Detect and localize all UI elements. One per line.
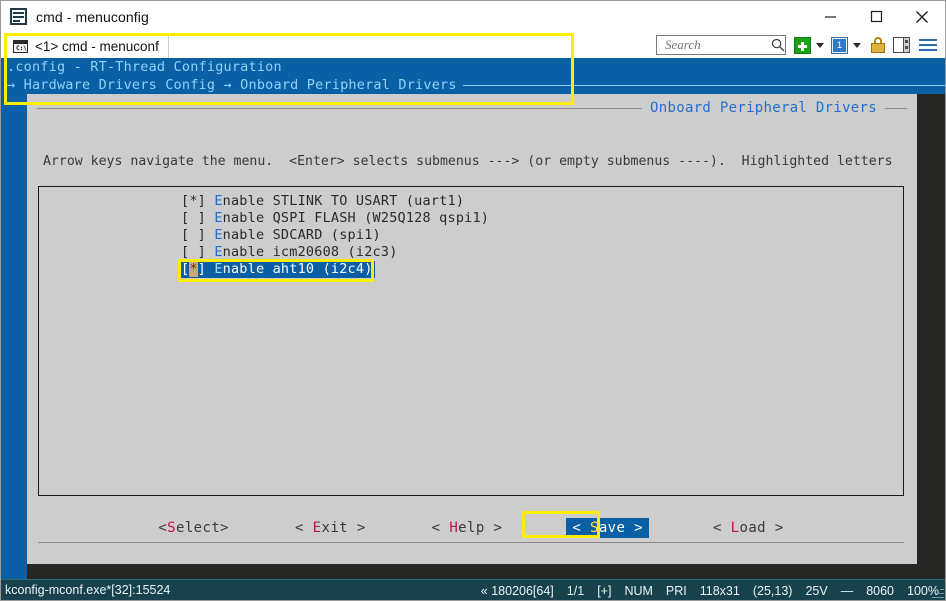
tab-cmd-menuconf[interactable]: C:\ <1> cmd - menuconf: [6, 34, 169, 58]
status-cursor-position: (25,13): [752, 583, 793, 598]
dialog-title: Onboard Peripheral Drivers: [650, 100, 877, 116]
menuconfig-dialog: Onboard Peripheral Drivers Arrow keys na…: [27, 94, 917, 564]
panel-selector-button[interactable]: 1: [831, 36, 850, 54]
window-toolbar: 1: [656, 34, 941, 56]
menu-item-label: nable aht10 (i2c4): [222, 261, 373, 277]
breadcrumb-line-path: → Hardware Drivers Config → Onboard Peri…: [7, 76, 945, 94]
button-bar-divider: [38, 542, 904, 543]
menu-item-label: nable QSPI FLASH (W25Q128 qspi1): [222, 210, 490, 226]
button-label: elp >: [458, 520, 503, 536]
lock-icon[interactable]: [870, 36, 886, 54]
button-label: elect>: [176, 520, 229, 536]
hamburger-menu-icon[interactable]: [919, 38, 937, 52]
status-encoding: « 180206[64]: [480, 583, 554, 598]
cmd-console-icon: C:\: [13, 40, 28, 53]
console-window-icon: [10, 8, 27, 25]
menu-item-row[interactable]: [*] Enable aht10 (i2c4): [181, 261, 375, 278]
window-title: cmd - menuconfig: [36, 8, 149, 25]
panel-chevron-down-icon[interactable]: [853, 42, 861, 48]
breadcrumb-rule: [462, 84, 945, 86]
close-button[interactable]: [899, 1, 945, 32]
menu-item-hotkey: E: [214, 193, 223, 209]
status-bytes: 8060: [866, 583, 895, 598]
menu-item-hotkey: E: [214, 261, 223, 277]
search-box[interactable]: [656, 35, 786, 55]
menu-item-label: nable SDCARD (spi1): [222, 227, 381, 243]
button-hotkey: S: [590, 520, 599, 536]
status-view-mode: 25V: [805, 583, 828, 598]
green-plus-icon[interactable]: [794, 36, 811, 54]
resize-grip[interactable]: [930, 585, 944, 599]
status-process: kconfig-mconf.exe*[32]:15524: [5, 583, 171, 597]
menu-item-row[interactable]: [ ] Enable QSPI FLASH (W25Q128 qspi1): [181, 210, 489, 227]
cmd-menuconfig-window: cmd - menuconfig C:\ <1> cmd - menuconf: [0, 0, 946, 601]
button-label: xit >: [321, 520, 366, 536]
tab-label: <1> cmd - menuconf: [35, 39, 159, 54]
window-controls: [807, 1, 945, 32]
menu-item-row[interactable]: [ ] Enable SDCARD (spi1): [181, 227, 381, 244]
button-label: oad >: [739, 520, 784, 536]
tab-icon-prompt: C:\: [16, 45, 27, 52]
maximize-button[interactable]: [853, 1, 899, 32]
menu-item-row[interactable]: [ ] Enable icm20608 (i2c3): [181, 244, 398, 261]
breadcrumb: .config - RT-Thread Configuration → Hard…: [1, 58, 945, 96]
dialog-title-row: Onboard Peripheral Drivers: [27, 98, 917, 118]
menu-item-list: [*] Enable STLINK TO USART (uart1)[ ] En…: [181, 193, 489, 278]
button-label: ave >: [598, 520, 643, 536]
search-input[interactable]: [663, 36, 771, 54]
console-area: .config - RT-Thread Configuration → Hard…: [1, 58, 945, 580]
dialog-button-help[interactable]: < Help >: [430, 519, 505, 537]
panel-icon[interactable]: 1: [831, 36, 848, 54]
button-hotkey: S: [167, 520, 176, 536]
status-right-group: « 180206[64] 1/1 [+] NUM PRI 118x31 (25,…: [480, 580, 939, 600]
status-dash: —: [840, 583, 854, 598]
menu-item-hotkey: E: [214, 244, 223, 260]
breadcrumb-path-text: → Hardware Drivers Config → Onboard Peri…: [7, 77, 457, 93]
menu-item-label: nable STLINK TO USART (uart1): [222, 193, 465, 209]
menu-item-hotkey: E: [214, 210, 223, 226]
menu-list-box[interactable]: [*] Enable STLINK TO USART (uart1)[ ] En…: [38, 186, 904, 496]
breadcrumb-line-title: .config - RT-Thread Configuration: [7, 59, 282, 75]
dialog-rule-left: [37, 107, 643, 109]
menu-item-checkbox[interactable]: [ ]: [181, 210, 206, 226]
title-bar: cmd - menuconfig: [1, 1, 945, 32]
tab-strip: C:\ <1> cmd - menuconf 1: [1, 32, 945, 58]
dialog-button-exit[interactable]: < Exit >: [293, 519, 368, 537]
split-pane-icon[interactable]: [893, 37, 910, 53]
button-hotkey: E: [312, 520, 322, 536]
cursor-block: *: [189, 261, 198, 277]
new-tab-chevron-down-icon[interactable]: [816, 42, 824, 48]
button-hotkey: L: [730, 520, 740, 536]
panel-index-label: 1: [833, 38, 846, 52]
status-insert: [+]: [597, 583, 612, 598]
menu-item-hotkey: E: [214, 227, 223, 243]
dialog-button-select[interactable]: <Select>: [156, 519, 231, 537]
status-priority: PRI: [665, 583, 687, 598]
menu-item-checkbox[interactable]: [ ]: [181, 244, 206, 260]
menu-item-checkbox[interactable]: [ ]: [181, 227, 206, 243]
status-bar: kconfig-mconf.exe*[32]:15524 « 180206[64…: [1, 579, 945, 600]
menu-item-label: nable icm20608 (i2c3): [222, 244, 398, 260]
dialog-button-load[interactable]: < Load >: [711, 519, 786, 537]
search-icon[interactable]: [771, 38, 785, 52]
dialog-button-bar: <Select> < Exit > < Help > < Save > < Load >: [38, 506, 904, 550]
menu-item-checkbox[interactable]: [*]: [181, 193, 206, 209]
status-console-size: 118x31: [699, 583, 740, 598]
menu-item-row[interactable]: [*] Enable STLINK TO USART (uart1): [181, 193, 464, 210]
button-hotkey: H: [449, 520, 459, 536]
menu-item-checkbox[interactable]: [*]: [181, 261, 206, 277]
dialog-button-save[interactable]: < Save >: [566, 518, 649, 538]
status-num-lock: NUM: [624, 583, 653, 598]
minimize-button[interactable]: [807, 1, 853, 32]
status-pages: 1/1: [566, 583, 585, 598]
help-line-1: Arrow keys navigate the menu. <Enter> se…: [43, 154, 893, 169]
new-tab-button[interactable]: [794, 36, 813, 54]
dialog-rule-right: [885, 107, 907, 109]
